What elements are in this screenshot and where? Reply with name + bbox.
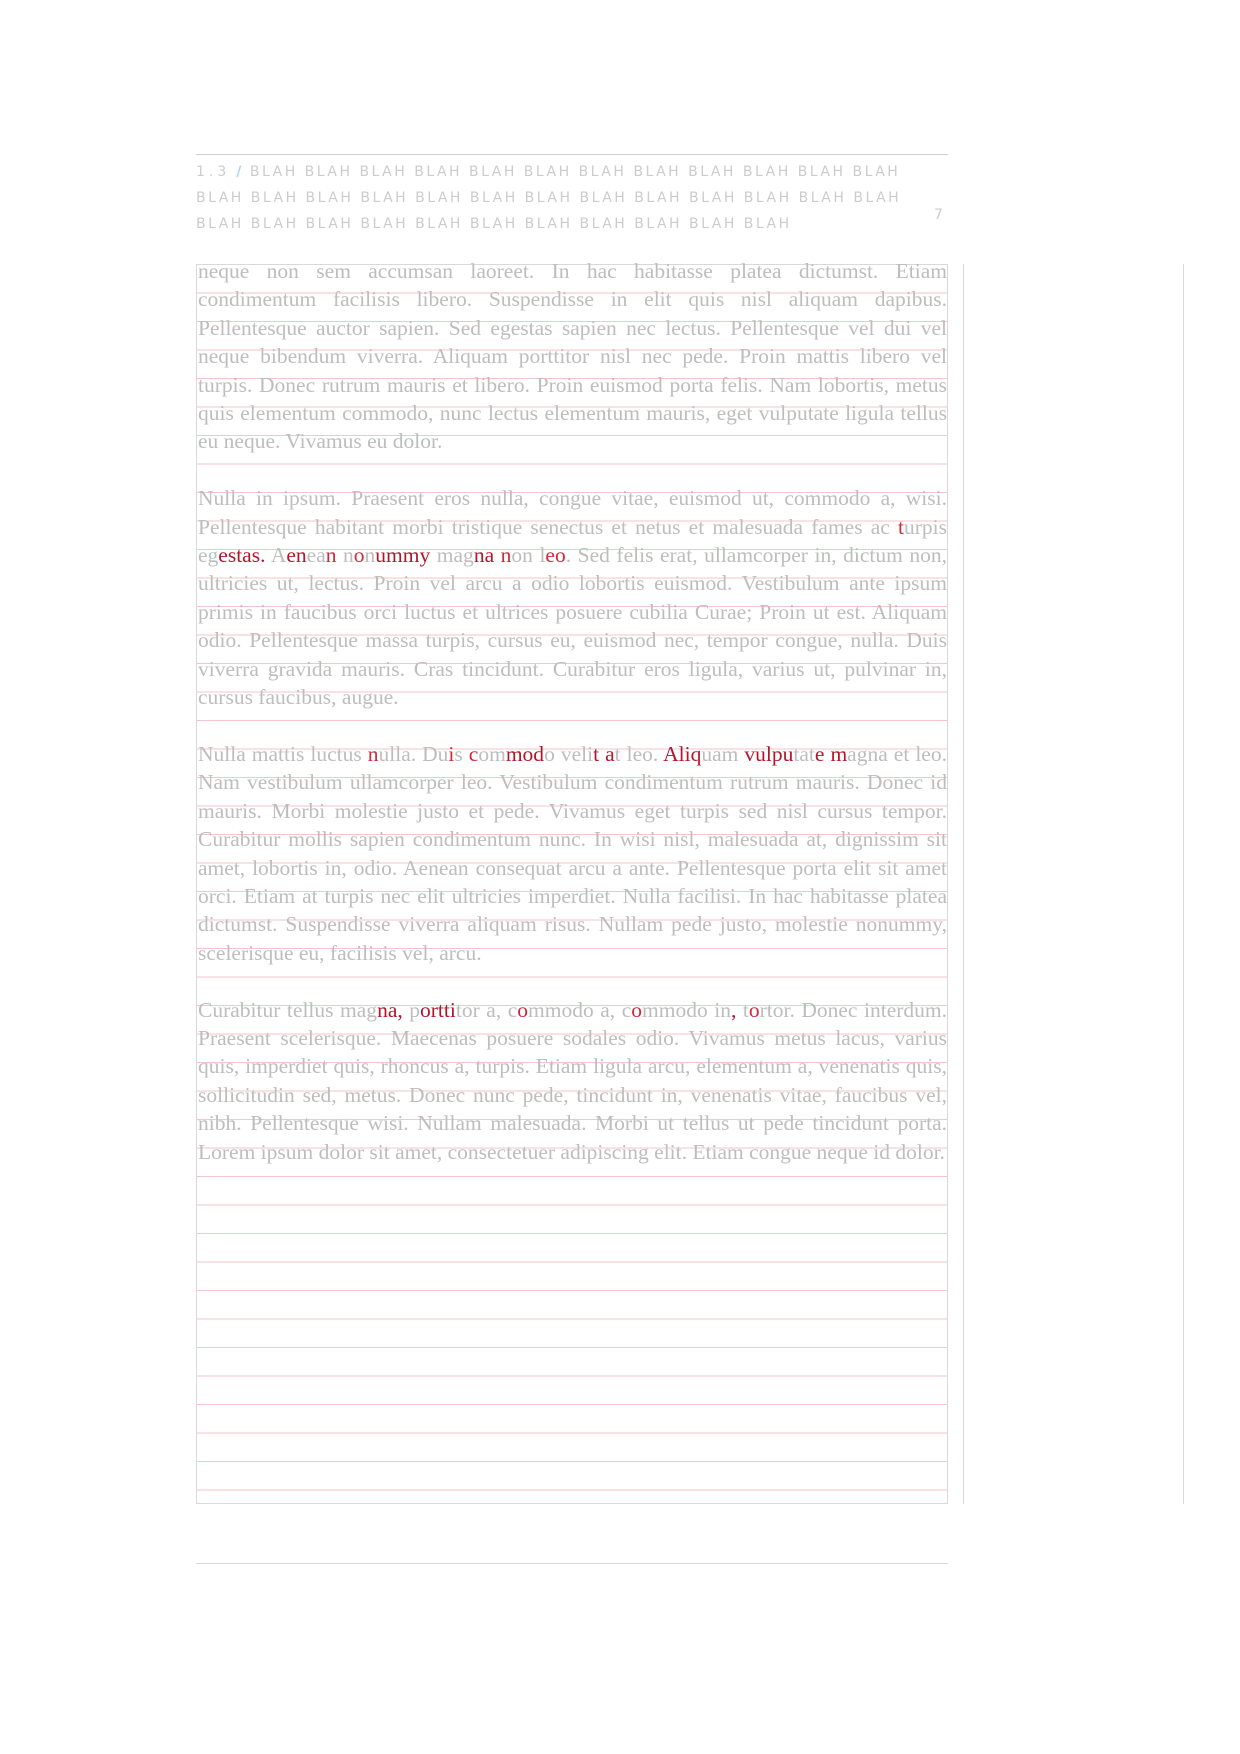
page-number: 7: [934, 207, 943, 223]
highlighted-text: vulpu: [744, 741, 794, 766]
highlighted-text: eo: [545, 543, 566, 568]
highlighted-text: n: [325, 543, 337, 568]
text-run: n: [336, 543, 354, 568]
running-title: BLAH BLAH BLAH BLAH BLAH BLAH BLAH BLAH …: [196, 164, 902, 229]
text-run: Nulla in ipsum. Praesent eros nulla, con…: [198, 486, 947, 539]
highlighted-text: e m: [814, 741, 848, 766]
footer-rule: [196, 1563, 948, 1564]
text-run: on l: [511, 543, 546, 568]
text-run: tor a, c: [455, 997, 518, 1022]
highlighted-text: n: [367, 741, 379, 766]
text-run: s: [454, 741, 469, 766]
text-run: tat: [793, 741, 815, 766]
header-slash: /: [236, 164, 244, 180]
text-run: o veli: [544, 741, 594, 766]
body-text-column: neque non sem accumsan laoreet. In hac h…: [198, 257, 947, 1194]
text-run: mmodo in: [642, 997, 731, 1022]
text-run: ea: [306, 543, 326, 568]
highlighted-text: mod: [505, 741, 545, 766]
text-run: rtor. Donec interdum. Praesent scelerisq…: [198, 997, 947, 1164]
text-run: Curabitur tellus mag: [198, 997, 378, 1022]
text-run: mmodo a, c: [528, 997, 632, 1022]
highlighted-text: na: [473, 543, 495, 568]
paragraph-4: Curabitur tellus magna, porttitor a, com…: [198, 996, 947, 1166]
paragraph-3: Nulla mattis luctus nulla. Duis commodo …: [198, 740, 947, 967]
text-run: Nulla mattis luctus: [198, 741, 368, 766]
highlighted-text: o: [631, 997, 642, 1022]
running-header: 1.3 /BLAH BLAH BLAH BLAH BLAH BLAH BLAH B…: [196, 154, 948, 229]
highlighted-text: ummy: [375, 543, 431, 568]
highlighted-text: t a: [593, 741, 615, 766]
highlighted-text: o: [353, 543, 365, 568]
running-header-text: 1.3 /BLAH BLAH BLAH BLAH BLAH BLAH BLAH B…: [196, 159, 948, 229]
margin-column-left-rule: [963, 264, 964, 1504]
highlighted-text: na,: [377, 997, 403, 1022]
main-text-frame: neque non sem accumsan laoreet. In hac h…: [196, 259, 948, 1504]
highlighted-text: c: [468, 741, 479, 766]
text-run: mag: [430, 543, 474, 568]
highlighted-text: ortti: [420, 997, 456, 1022]
text-run: ulla. Du: [378, 741, 449, 766]
text-run: p: [402, 997, 421, 1022]
margin-column-right-rule: [1183, 264, 1184, 1504]
text-run: agna et leo. Nam vestibulum ullamcorper …: [198, 741, 947, 965]
highlighted-text: Aliq: [663, 741, 702, 766]
text-run: n: [364, 543, 376, 568]
highlighted-text: o: [517, 997, 529, 1022]
text-run: t: [736, 997, 749, 1022]
highlighted-text: n: [500, 543, 512, 568]
text-run: A: [265, 543, 287, 568]
highlighted-text: estas.: [218, 543, 266, 568]
highlighted-text: en: [286, 543, 307, 568]
text-run: . Sed felis erat, ullamcorper in, dictum…: [198, 543, 948, 710]
paragraph-2: Nulla in ipsum. Praesent eros nulla, con…: [198, 484, 947, 711]
section-number: 1.3: [196, 164, 231, 180]
highlighted-text: o: [748, 997, 760, 1022]
paragraph-1: neque non sem accumsan laoreet. In hac h…: [198, 259, 947, 454]
text-run: om: [478, 741, 506, 766]
text-run: t leo.: [614, 741, 664, 766]
text-run: uam: [701, 741, 745, 766]
